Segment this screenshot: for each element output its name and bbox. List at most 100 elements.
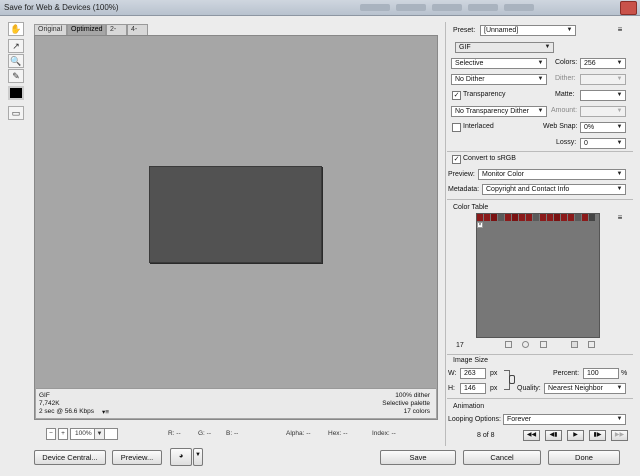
percent-unit: % — [621, 370, 628, 377]
height-value: 146 — [464, 385, 476, 392]
save-button[interactable]: Save — [380, 450, 456, 465]
status-bar: − + 100% ▼ R: -- G: -- B: -- Alpha: -- H… — [34, 428, 438, 442]
color-swatch[interactable] — [533, 214, 539, 221]
transparency-label: Transparency — [463, 91, 506, 98]
zoom-icon[interactable]: 🔍 — [8, 54, 24, 68]
quality-dropdown[interactable]: Nearest Neighbor ▼ — [544, 383, 626, 394]
settings-menu-icon[interactable]: ≡ — [614, 25, 626, 35]
metadata-dropdown[interactable]: Copyright and Contact Info ▼ — [482, 184, 626, 195]
lossy-value: 0 — [584, 140, 588, 147]
format-dropdown[interactable]: GIF ▼ — [455, 42, 554, 53]
color-swatch[interactable] — [505, 214, 511, 221]
height-field[interactable]: 146 — [460, 383, 486, 394]
color-swatch[interactable] — [540, 214, 546, 221]
quality-value: Nearest Neighbor — [548, 385, 603, 392]
colors-value: 256 — [584, 60, 596, 67]
transparency-dither-dropdown[interactable]: No Transparency Dither ▼ — [451, 106, 547, 117]
done-button[interactable]: Done — [548, 450, 620, 465]
previous-frame-button[interactable]: ◀▮ — [545, 430, 562, 441]
new-color-icon[interactable] — [571, 341, 578, 348]
map-to-transparent-icon[interactable] — [505, 341, 512, 348]
zoom-out-button[interactable]: − — [46, 428, 56, 440]
preview-image[interactable] — [149, 166, 322, 263]
color-swatch[interactable] — [575, 214, 581, 221]
preview-button[interactable]: Preview... — [112, 450, 162, 465]
color-swatch[interactable] — [526, 214, 532, 221]
dither-method-value: No Dither — [455, 76, 485, 83]
metadata-value: Copyright and Contact Info — [486, 186, 570, 193]
amount-field[interactable]: ▼ — [580, 106, 626, 117]
color-swatch[interactable] — [519, 214, 525, 221]
zoom-dropdown-arrow-icon[interactable]: ▼ — [94, 428, 105, 440]
color-swatch[interactable] — [512, 214, 518, 221]
color-swatch[interactable] — [484, 214, 490, 221]
hand-icon[interactable]: ✋ — [8, 22, 24, 36]
background-ghost-bar — [360, 4, 390, 11]
eyedropper-icon[interactable]: ✎ — [8, 69, 24, 83]
dither-field[interactable]: ▼ — [580, 74, 626, 85]
color-swatch[interactable] — [491, 214, 497, 221]
eyedropper-color-icon[interactable] — [8, 86, 24, 100]
trash-icon[interactable] — [588, 341, 595, 348]
browser-dropdown-icon[interactable]: ▼ — [193, 448, 203, 466]
status-b: B: -- — [226, 430, 239, 437]
preset-value: [Unnamed] — [484, 27, 519, 34]
web-snap-field[interactable]: 0% ▼ — [580, 122, 626, 133]
window-close-button[interactable] — [620, 1, 637, 15]
percent-field[interactable]: 100 — [583, 368, 619, 379]
browser-icon[interactable]: ◕ — [170, 448, 192, 466]
matte-dropdown[interactable]: ▼ — [580, 90, 626, 101]
color-swatch[interactable] — [498, 214, 504, 221]
tab-2up[interactable]: 2-Up — [106, 24, 127, 43]
color-reduction-dropdown[interactable]: Selective ▼ — [451, 58, 547, 69]
color-swatch[interactable] — [582, 214, 588, 221]
color-table-menu-icon[interactable]: ≡ — [614, 213, 626, 223]
tab-optimized[interactable]: Optimized — [67, 24, 106, 35]
download-speed-menu-icon[interactable]: ▾≡ — [102, 408, 109, 416]
interlaced-checkbox[interactable] — [452, 123, 461, 132]
info-time: 2 sec @ 56.6 Kbps — [39, 408, 95, 415]
color-swatch[interactable] — [568, 214, 574, 221]
slice-select-icon[interactable]: ↗ — [8, 39, 24, 53]
dither-method-dropdown[interactable]: No Dither ▼ — [451, 74, 547, 85]
colors-field[interactable]: 256 ▼ — [580, 58, 626, 69]
info-dither: 100% dither — [395, 392, 430, 399]
color-reduction-value: Selective — [455, 60, 484, 67]
preset-dropdown[interactable]: [Unnamed] ▼ — [480, 25, 576, 36]
toggle-slices-icon[interactable]: ▭ — [8, 106, 24, 120]
background-ghost-bar — [396, 4, 426, 11]
zoom-in-button[interactable]: + — [58, 428, 68, 440]
looping-dropdown[interactable]: Forever ▼ — [503, 414, 626, 425]
color-table[interactable]: × — [476, 213, 600, 338]
tab-4up[interactable]: 4-Up — [127, 24, 148, 43]
convert-srgb-checkbox[interactable]: ✓ — [452, 155, 461, 164]
amount-label: Amount: — [551, 107, 578, 114]
tab-original[interactable]: Original — [34, 24, 67, 35]
divider — [447, 398, 633, 399]
color-swatch[interactable] — [589, 214, 595, 221]
next-frame-button[interactable]: ▮▶ — [589, 430, 606, 441]
chevron-down-icon: ▼ — [616, 385, 623, 391]
last-frame-button[interactable]: ▶▶ — [611, 430, 628, 441]
color-swatch[interactable] — [477, 214, 483, 221]
width-field[interactable]: 263 — [460, 368, 486, 379]
preview-color-dropdown[interactable]: Monitor Color ▼ — [478, 169, 626, 180]
play-button[interactable]: ▶ — [567, 430, 584, 441]
background-ghost-bar — [468, 4, 498, 11]
looping-value: Forever — [507, 416, 532, 423]
status-hex: Hex: -- — [328, 430, 348, 437]
transparency-checkbox[interactable]: ✓ — [452, 91, 461, 100]
color-swatch[interactable] — [561, 214, 567, 221]
cancel-button[interactable]: Cancel — [463, 450, 541, 465]
lossy-field[interactable]: 0 ▼ — [580, 138, 626, 149]
chevron-down-icon: ▼ — [616, 124, 623, 130]
chain-link-icon[interactable] — [509, 375, 515, 384]
lock-color-icon[interactable] — [540, 341, 547, 348]
color-swatch[interactable] — [554, 214, 560, 221]
web-shift-icon[interactable] — [522, 341, 529, 348]
transparent-swatch-icon[interactable]: × — [477, 222, 483, 228]
device-central-button[interactable]: Device Central... — [34, 450, 106, 465]
color-swatch[interactable] — [547, 214, 553, 221]
first-frame-button[interactable]: ◀◀ — [523, 430, 540, 441]
animation-title: Animation — [453, 403, 485, 410]
